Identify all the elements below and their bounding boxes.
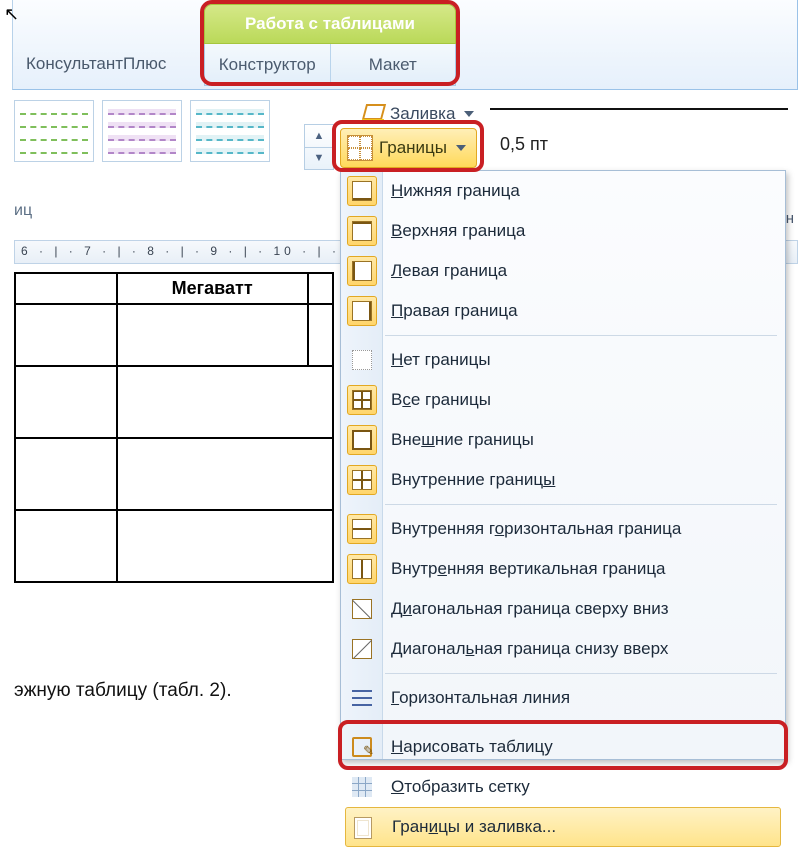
border-inner-icon bbox=[347, 465, 377, 495]
border-grid-icon bbox=[347, 772, 377, 802]
border-bottom-icon bbox=[347, 176, 377, 206]
gallery-up-icon[interactable]: ▲ bbox=[305, 125, 333, 147]
menu-item-bottom[interactable]: Нижняя граница bbox=[341, 171, 785, 211]
menu-item-left[interactable]: Левая граница bbox=[341, 251, 785, 291]
border-draw-icon bbox=[347, 732, 377, 762]
menu-item-diag2[interactable]: Диагональная граница снизу вверх bbox=[341, 629, 785, 669]
menu-item-label: Диагональная граница снизу вверх bbox=[391, 639, 668, 659]
menu-separator bbox=[385, 673, 777, 674]
menu-separator bbox=[385, 504, 777, 505]
menu-item-innerv[interactable]: Внутренняя вертикальная граница bbox=[341, 549, 785, 589]
menu-item-label: Нарисовать таблицу bbox=[391, 737, 553, 757]
menu-item-label: Внутренняя горизонтальная граница bbox=[391, 519, 681, 539]
table-style-gallery[interactable] bbox=[12, 96, 332, 170]
menu-item-right[interactable]: Правая граница bbox=[341, 291, 785, 331]
border-preview-line bbox=[490, 108, 788, 110]
tab-constructor[interactable]: Конструктор bbox=[205, 44, 331, 85]
menu-item-label: Отобразить сетку bbox=[391, 777, 530, 797]
body-text: эжную таблицу (табл. 2). bbox=[14, 680, 232, 702]
border-hline-icon bbox=[347, 683, 377, 713]
menu-item-hline[interactable]: Горизонтальная линия bbox=[341, 678, 785, 718]
border-innerv-icon bbox=[347, 554, 377, 584]
menu-item-draw[interactable]: Нарисовать таблицу bbox=[341, 727, 785, 767]
menu-item-label: Внутренние границы bbox=[391, 470, 555, 490]
menu-item-grid[interactable]: Отобразить сетку bbox=[341, 767, 785, 807]
menu-item-label: Горизонтальная линия bbox=[391, 688, 570, 708]
border-all-icon bbox=[347, 385, 377, 415]
menu-item-all[interactable]: Все границы bbox=[341, 380, 785, 420]
tab-consultantplus[interactable]: КонсультантПлюс bbox=[26, 54, 166, 74]
tab-layout[interactable]: Макет bbox=[331, 44, 456, 85]
border-left-icon bbox=[347, 256, 377, 286]
table-tools-title: Работа с таблицами bbox=[204, 4, 456, 44]
menu-separator bbox=[385, 722, 777, 723]
borders-split-button[interactable]: Границы bbox=[340, 128, 477, 168]
sample-table[interactable]: Мегаватт bbox=[14, 272, 334, 583]
gallery-down-icon[interactable]: ▼ bbox=[305, 147, 333, 170]
menu-item-label: Правая граница bbox=[391, 301, 518, 321]
border-outer-icon bbox=[347, 425, 377, 455]
border-diag2-icon bbox=[347, 634, 377, 664]
menu-item-label: Все границы bbox=[391, 390, 491, 410]
borders-label: Границы bbox=[379, 138, 447, 158]
menu-item-inner[interactable]: Внутренние границы bbox=[341, 460, 785, 500]
gallery-spinner[interactable]: ▲ ▼ bbox=[304, 124, 334, 170]
table-header-cell: Мегаватт bbox=[117, 273, 308, 304]
menu-item-label: Внутренняя вертикальная граница bbox=[391, 559, 666, 579]
table-style-swatch[interactable] bbox=[14, 100, 94, 162]
table-tools-tabs: Конструктор Макет bbox=[204, 44, 456, 86]
chevron-down-icon bbox=[464, 111, 474, 117]
table-style-swatch[interactable] bbox=[190, 100, 270, 162]
document-area[interactable]: Мегаватт bbox=[14, 272, 334, 583]
menu-item-label: Нет границы bbox=[391, 350, 491, 370]
shading-label: Заливка bbox=[390, 104, 455, 124]
table-tools-group: Работа с таблицами Конструктор Макет bbox=[204, 4, 456, 84]
menu-item-label: Диагональная граница сверху вниз bbox=[391, 599, 669, 619]
menu-item-label: Внешние границы bbox=[391, 430, 534, 450]
menu-separator bbox=[385, 335, 777, 336]
border-right-icon bbox=[347, 296, 377, 326]
menu-item-top[interactable]: Верхняя граница bbox=[341, 211, 785, 251]
border-dialog-icon bbox=[348, 813, 378, 843]
borders-icon bbox=[347, 135, 373, 161]
border-none-icon bbox=[347, 345, 377, 375]
menu-item-diag1[interactable]: Диагональная граница сверху вниз bbox=[341, 589, 785, 629]
shading-button[interactable]: Заливка bbox=[362, 100, 474, 128]
bucket-icon bbox=[362, 104, 384, 124]
menu-item-dialog[interactable]: Границы и заливка... bbox=[345, 807, 781, 847]
border-top-icon bbox=[347, 216, 377, 246]
table-style-swatch[interactable] bbox=[102, 100, 182, 162]
menu-item-label: Верхняя граница bbox=[391, 221, 525, 241]
menu-item-outer[interactable]: Внешние границы bbox=[341, 420, 785, 460]
border-innerh-icon bbox=[347, 514, 377, 544]
border-width-value[interactable]: 0,5 пт bbox=[500, 134, 548, 155]
chevron-down-icon bbox=[456, 145, 466, 151]
menu-item-label: Левая граница bbox=[391, 261, 507, 281]
border-diag1-icon bbox=[347, 594, 377, 624]
menu-item-innerh[interactable]: Внутренняя горизонтальная граница bbox=[341, 509, 785, 549]
menu-item-label: Нижняя граница bbox=[391, 181, 520, 201]
menu-item-label: Границы и заливка... bbox=[392, 817, 556, 837]
group-label-styles: иц bbox=[14, 202, 32, 220]
menu-item-none[interactable]: Нет границы bbox=[341, 340, 785, 380]
borders-dropdown-menu: Нижняя граница Верхняя граница Левая грани… bbox=[340, 170, 786, 760]
